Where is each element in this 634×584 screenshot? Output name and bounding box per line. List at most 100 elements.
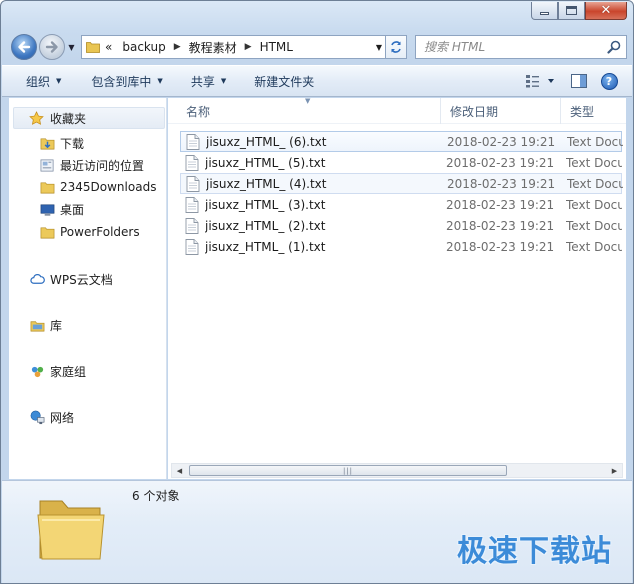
scrollbar-thumb[interactable]: |||: [189, 465, 507, 476]
new-folder-label: 新建文件夹: [254, 74, 315, 89]
minimize-icon: [540, 12, 549, 15]
nav-item-label: 最近访问的位置: [60, 158, 145, 173]
item-count: 6 个对象: [132, 489, 180, 503]
back-button[interactable]: [11, 34, 37, 60]
column-header-date-modified[interactable]: 修改日期: [441, 98, 561, 124]
nav-item-label: 下载: [60, 136, 85, 151]
watermark-text: 极速下载站: [457, 534, 612, 569]
refresh-button[interactable]: [385, 35, 407, 59]
file-name: jisuxz_HTML_ (3).txt: [205, 197, 326, 212]
file-date: 2018-02-23 19:21: [446, 155, 555, 170]
details-pane: 6 个对象 极速下载站: [2, 480, 632, 583]
column-header-label: 类型: [570, 104, 595, 119]
nav-item-desktop[interactable]: 桌面: [9, 198, 166, 220]
file-row[interactable]: jisuxz_HTML_ (5).txt 2018-02-23 19:21 Text…: [180, 152, 622, 173]
back-arrow-icon: [18, 41, 31, 53]
view-options-icon: [526, 75, 554, 88]
chevron-down-icon: ▼: [56, 77, 62, 85]
preview-pane-button[interactable]: [568, 70, 590, 92]
column-header-type[interactable]: 类型: [561, 98, 626, 124]
include-in-library-label: 包含到库中: [91, 74, 152, 89]
refresh-icon: [391, 41, 401, 53]
search-icon[interactable]: [607, 40, 621, 54]
nav-item-powerfolders[interactable]: PowerFolders: [9, 221, 166, 243]
breadcrumb-tutorial-materials[interactable]: 教程素材: [184, 39, 242, 56]
horizontal-scrollbar[interactable]: ◀ ||| ▶: [171, 463, 623, 478]
text-file-icon: [186, 175, 200, 192]
include-in-library-button[interactable]: 包含到库中 ▼: [83, 69, 170, 93]
breadcrumb-separator-icon[interactable]: ▶: [171, 42, 184, 52]
file-list-pane: ▼ 名称 修改日期 类型 jisuxz_HTML_ (6).txt 2018-02…: [168, 97, 626, 479]
file-name: jisuxz_HTML_ (4).txt: [206, 176, 327, 191]
nav-item-downloads[interactable]: 下载: [9, 132, 166, 154]
desktop-icon: [39, 201, 55, 217]
toolbar-right: ?: [512, 70, 620, 92]
nav-item-label: 网络: [50, 410, 75, 425]
file-date: 2018-02-23 19:21: [446, 197, 555, 212]
share-button[interactable]: 共享 ▼: [183, 69, 234, 93]
nav-favorites[interactable]: 收藏夹: [13, 107, 165, 129]
network-icon: [29, 409, 45, 425]
file-type: Text Document: [567, 134, 623, 149]
search-input[interactable]: [424, 40, 604, 54]
organize-button[interactable]: 组织 ▼: [18, 69, 69, 93]
file-date: 2018-02-23 19:21: [446, 239, 555, 254]
homegroup-icon: [29, 363, 45, 379]
breadcrumb-separator-icon[interactable]: ▶: [242, 42, 255, 52]
help-button[interactable]: ?: [598, 70, 620, 92]
text-file-icon: [185, 154, 199, 171]
file-type: Text Document: [566, 239, 622, 254]
breadcrumb-html[interactable]: HTML: [255, 40, 298, 54]
navigation-pane: 收藏夹 下载 最近访问的位置 2345Downloads 桌面 PowerFol…: [9, 98, 167, 479]
maximize-button[interactable]: [558, 2, 585, 20]
file-row[interactable]: jisuxz_HTML_ (3).txt 2018-02-23 19:21 Text…: [180, 194, 622, 215]
caption-buttons: ✕: [531, 2, 627, 20]
column-headers: ▼ 名称 修改日期 类型: [168, 97, 626, 124]
nav-item-libraries[interactable]: 库: [9, 314, 166, 336]
nav-item-label: 2345Downloads: [60, 180, 157, 194]
nav-item-label: WPS云文档: [50, 272, 113, 287]
nav-item-recent-places[interactable]: 最近访问的位置: [9, 154, 166, 176]
file-row[interactable]: jisuxz_HTML_ (2).txt 2018-02-23 19:21 Text…: [180, 215, 622, 236]
folder-icon: [39, 179, 55, 195]
text-file-icon: [186, 133, 200, 150]
nav-item-homegroup[interactable]: 家庭组: [9, 360, 166, 382]
nav-item-2345downloads[interactable]: 2345Downloads: [9, 176, 166, 198]
recent-pages-dropdown[interactable]: ▼: [67, 41, 76, 53]
breadcrumb-backup[interactable]: backup: [117, 40, 170, 54]
view-options-button[interactable]: [520, 70, 560, 92]
text-file-icon: [185, 196, 199, 213]
file-type: Text Document: [566, 197, 622, 212]
organize-label: 组织: [26, 74, 51, 89]
nav-item-label: 家庭组: [50, 364, 87, 379]
minimize-button[interactable]: [531, 2, 558, 20]
folder-icon: [86, 42, 100, 53]
help-icon: ?: [600, 72, 618, 90]
chevron-down-icon: ▼: [220, 77, 227, 85]
column-header-label: 名称: [186, 104, 211, 119]
chevron-down-icon[interactable]: ▼: [372, 36, 386, 58]
forward-arrow-icon: [45, 41, 58, 53]
column-header-name[interactable]: 名称: [177, 98, 441, 124]
file-row[interactable]: jisuxz_HTML_ (1).txt 2018-02-23 19:21 Text…: [180, 236, 622, 257]
file-row[interactable]: jisuxz_HTML_ (4).txt 2018-02-23 19:21 Text…: [180, 173, 623, 194]
breadcrumb-overflow[interactable]: «: [100, 40, 117, 54]
nav-item-network[interactable]: 网络: [9, 406, 166, 428]
scroll-right-icon[interactable]: ▶: [607, 464, 622, 477]
folder-icon: [39, 224, 55, 240]
folder-large-icon: [37, 500, 105, 560]
address-bar[interactable]: « backup ▶ 教程素材 ▶ HTML ▼: [81, 35, 407, 59]
file-name: jisuxz_HTML_ (1).txt: [205, 239, 326, 254]
star-icon: [28, 110, 44, 126]
file-row[interactable]: jisuxz_HTML_ (6).txt 2018-02-23 19:21 Text…: [180, 131, 623, 152]
downloads-folder-icon: [39, 135, 55, 151]
file-type: Text Document: [566, 218, 622, 233]
close-button[interactable]: ✕: [585, 2, 627, 20]
nav-item-label: 库: [50, 318, 63, 333]
new-folder-button[interactable]: 新建文件夹: [246, 69, 322, 93]
file-name: jisuxz_HTML_ (2).txt: [205, 218, 326, 233]
file-name: jisuxz_HTML_ (6).txt: [206, 134, 327, 149]
forward-button[interactable]: [39, 34, 65, 60]
scroll-left-icon[interactable]: ◀: [172, 464, 187, 477]
nav-item-wps-cloud[interactable]: WPS云文档: [9, 268, 166, 290]
